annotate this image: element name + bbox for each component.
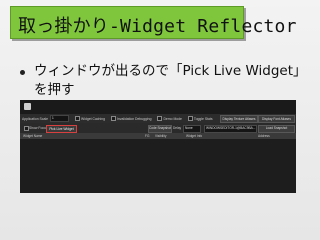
toggle-stats-checkbox[interactable] bbox=[187, 116, 193, 121]
bullet-list: ウィンドウが出るので「Pick Live Widget」を押す bbox=[20, 62, 310, 100]
bullet-text: ウィンドウが出るので「Pick Live Widget」を押す bbox=[34, 63, 307, 98]
invalidation-debugging-checkbox[interactable] bbox=[110, 116, 116, 121]
load-snapshot-button[interactable]: Load Snapshot bbox=[258, 125, 295, 133]
target-window-select[interactable]: WINDOWSEDITOR-1@BAC9BA... bbox=[204, 125, 257, 133]
invalidation-debugging-label: Invalidation Debugging bbox=[116, 116, 152, 121]
widget-caching-checkbox[interactable] bbox=[75, 116, 81, 121]
toggle-stats-toggle[interactable]: Toggle Stats bbox=[187, 116, 213, 121]
reflector-filter-bar: Show Focus Pick Live Widget Code Snapsho… bbox=[20, 123, 296, 133]
pick-live-widget-button[interactable]: Pick Live Widget bbox=[46, 124, 77, 133]
code-snapshot-button[interactable]: Code Snapshot bbox=[148, 125, 172, 133]
widget-caching-label: Widget Caching bbox=[81, 116, 105, 121]
delay-label: Delay bbox=[173, 126, 182, 130]
demo-mode-label: Demo Mode bbox=[163, 116, 182, 121]
slide-title: 取っ掛かり-Widget Reflector bbox=[18, 16, 297, 37]
widget-reflector-screenshot: Application Scale 1 Widget Caching Inval… bbox=[20, 100, 296, 193]
widget-caching-toggle[interactable]: Widget Caching bbox=[75, 116, 105, 121]
invalidation-debugging-toggle[interactable]: Invalidation Debugging bbox=[110, 116, 152, 121]
display-font-atlases-button[interactable]: Display Font Atlases bbox=[258, 115, 295, 123]
delay-select[interactable]: None bbox=[183, 125, 201, 133]
bullet-dot-icon bbox=[20, 70, 25, 75]
app-scale-label: Application Scale bbox=[22, 116, 49, 121]
display-texture-atlases-button[interactable]: Display Texture Atlases bbox=[220, 115, 258, 123]
unreal-logo-icon bbox=[24, 103, 31, 110]
editor-tab-bar bbox=[20, 100, 296, 114]
widget-tree-body bbox=[20, 139, 296, 193]
demo-mode-toggle[interactable]: Demo Mode bbox=[157, 116, 182, 121]
toggle-stats-label: Toggle Stats bbox=[193, 116, 213, 121]
show-focus-label: Show Focus bbox=[29, 126, 48, 130]
app-scale-input[interactable]: 1 bbox=[50, 115, 70, 122]
bullet-item: ウィンドウが出るので「Pick Live Widget」を押す bbox=[20, 62, 310, 100]
reflector-toolbar: Application Scale 1 Widget Caching Inval… bbox=[20, 114, 296, 123]
demo-mode-checkbox[interactable] bbox=[157, 116, 163, 121]
